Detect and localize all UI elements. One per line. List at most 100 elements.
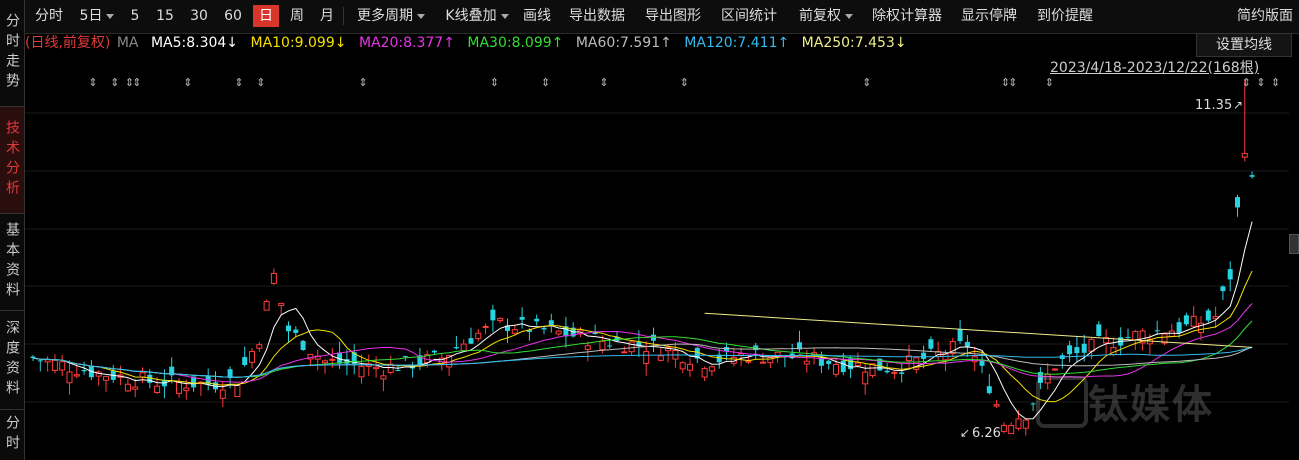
candle-up xyxy=(59,361,66,371)
candle-down xyxy=(1227,269,1233,280)
candle-up xyxy=(278,302,285,306)
five-day-dropdown[interactable]: 5日 xyxy=(71,5,123,27)
ma5-value: MA5:8.304↓ xyxy=(150,35,239,51)
period-day-button[interactable]: 日 xyxy=(253,5,279,27)
tab-timeshare[interactable]: 分时 xyxy=(0,410,24,460)
candle-up xyxy=(132,386,139,390)
candle-up xyxy=(891,371,898,374)
candle-up xyxy=(373,366,380,370)
candle-up xyxy=(270,272,277,284)
candle-up xyxy=(358,366,365,378)
candle-down xyxy=(826,360,832,364)
candle-up xyxy=(475,332,482,340)
candle-down xyxy=(607,345,613,347)
candle-down xyxy=(818,358,824,366)
candle-down xyxy=(1081,343,1087,353)
show-suspension-button[interactable]: 显示停牌 xyxy=(957,5,1021,27)
candle-up xyxy=(803,360,810,365)
candle-up xyxy=(854,362,861,366)
button-label: 30 xyxy=(190,8,208,24)
range-stats-button[interactable]: 区间统计 xyxy=(717,5,781,27)
forward-adjust-dropdown[interactable]: 前复权 xyxy=(791,5,861,27)
button-label: 显示停牌 xyxy=(961,8,1017,24)
more-periods-dropdown[interactable]: 更多周期 xyxy=(349,5,433,27)
candle-up xyxy=(869,363,876,377)
candle-down xyxy=(37,360,43,362)
button-label: 5日 xyxy=(79,8,103,24)
chevron-down-icon xyxy=(417,13,425,19)
candle-up xyxy=(1132,331,1139,341)
export-image-button[interactable]: 导出图形 xyxy=(641,5,705,27)
period-month-button[interactable]: 月 xyxy=(315,5,339,27)
button-label: 到价提醒 xyxy=(1037,8,1093,24)
period-toolbar: 分时 5日 5 15 30 60 日 周 月 更多周期 K线叠加 画线 导出数据… xyxy=(25,0,1299,34)
button-label: 前复权 xyxy=(799,8,841,24)
button-label: 导出图形 xyxy=(645,8,701,24)
candle-down xyxy=(541,327,547,330)
period-5min-button[interactable]: 5 xyxy=(125,5,145,27)
event-marker-icon: ⇕ xyxy=(234,76,243,89)
period-week-button[interactable]: 周 xyxy=(285,5,309,27)
button-label: 设置均线 xyxy=(1216,37,1272,53)
period-15min-button[interactable]: 15 xyxy=(151,5,179,27)
set-ma-button[interactable]: 设置均线 xyxy=(1196,33,1292,57)
candle-down xyxy=(402,356,408,358)
toolbar-divider xyxy=(343,7,344,25)
candle-down xyxy=(1249,175,1255,177)
candle-up xyxy=(460,343,467,352)
export-data-button[interactable]: 导出数据 xyxy=(565,5,629,27)
candle-up xyxy=(1168,330,1175,338)
candle-up xyxy=(154,385,161,393)
tab-basic-info[interactable]: 基本资料 xyxy=(0,214,24,311)
candle-down xyxy=(928,339,934,349)
tab-deep-info[interactable]: 深度资料 xyxy=(0,311,24,410)
candle-up xyxy=(760,361,766,364)
ma250-value: MA250:7.453↓ xyxy=(801,35,907,51)
low-arrow: ↙ xyxy=(960,426,970,440)
candle-down xyxy=(490,309,496,321)
candle-down xyxy=(1154,330,1160,332)
candle-up xyxy=(183,387,190,392)
chevron-down-icon xyxy=(845,13,853,19)
candle-down xyxy=(884,370,890,373)
candle-up xyxy=(256,344,263,349)
candle-down xyxy=(899,372,905,374)
kline-overlay-dropdown[interactable]: K线叠加 xyxy=(437,5,517,27)
button-label: 分时 xyxy=(35,8,63,24)
candle-up xyxy=(679,362,686,370)
candle-up xyxy=(701,367,708,378)
candle-down xyxy=(242,357,248,365)
candle-up xyxy=(103,376,109,381)
tab-timeshare-trend[interactable]: 分时走势 xyxy=(0,0,24,107)
candle-up xyxy=(51,359,58,371)
event-marker-icon: ⇕ xyxy=(1271,76,1280,89)
ma120-value: MA120:7.411↑ xyxy=(684,35,790,51)
watermark-text: 钛媒体 xyxy=(1088,382,1214,428)
candle-down xyxy=(840,360,846,373)
event-marker-icon: ⇕ xyxy=(88,76,97,89)
candle-down xyxy=(286,325,291,332)
scrollbar-handle[interactable] xyxy=(1289,234,1299,254)
simple-layout-button[interactable]: 简约版面 xyxy=(1233,5,1297,27)
ex-rights-calculator-button[interactable]: 除权计算器 xyxy=(867,5,947,27)
candle-up xyxy=(993,404,1000,407)
candle-up xyxy=(66,371,73,384)
button-label: K线叠加 xyxy=(445,8,497,24)
candle-up xyxy=(708,366,715,372)
price-alert-button[interactable]: 到价提醒 xyxy=(1033,5,1097,27)
event-marker-icon: ⇕ xyxy=(1045,76,1054,89)
period-60min-button[interactable]: 60 xyxy=(219,5,247,27)
tab-technical-analysis[interactable]: 技术分析 xyxy=(0,107,24,214)
candle-down xyxy=(293,329,299,333)
candle-up xyxy=(322,360,328,364)
candle-down xyxy=(432,350,437,353)
period-30min-button[interactable]: 30 xyxy=(185,5,213,27)
high-arrow: ↗ xyxy=(1233,98,1243,112)
button-label: 导出数据 xyxy=(569,8,625,24)
button-label: 周 xyxy=(290,8,304,24)
candle-up xyxy=(687,363,693,371)
ma20-value: MA20:8.377↑ xyxy=(358,35,455,51)
draw-line-button[interactable]: 画线 xyxy=(521,5,553,27)
timeshare-button[interactable]: 分时 xyxy=(29,5,69,27)
candle-up xyxy=(555,330,562,335)
